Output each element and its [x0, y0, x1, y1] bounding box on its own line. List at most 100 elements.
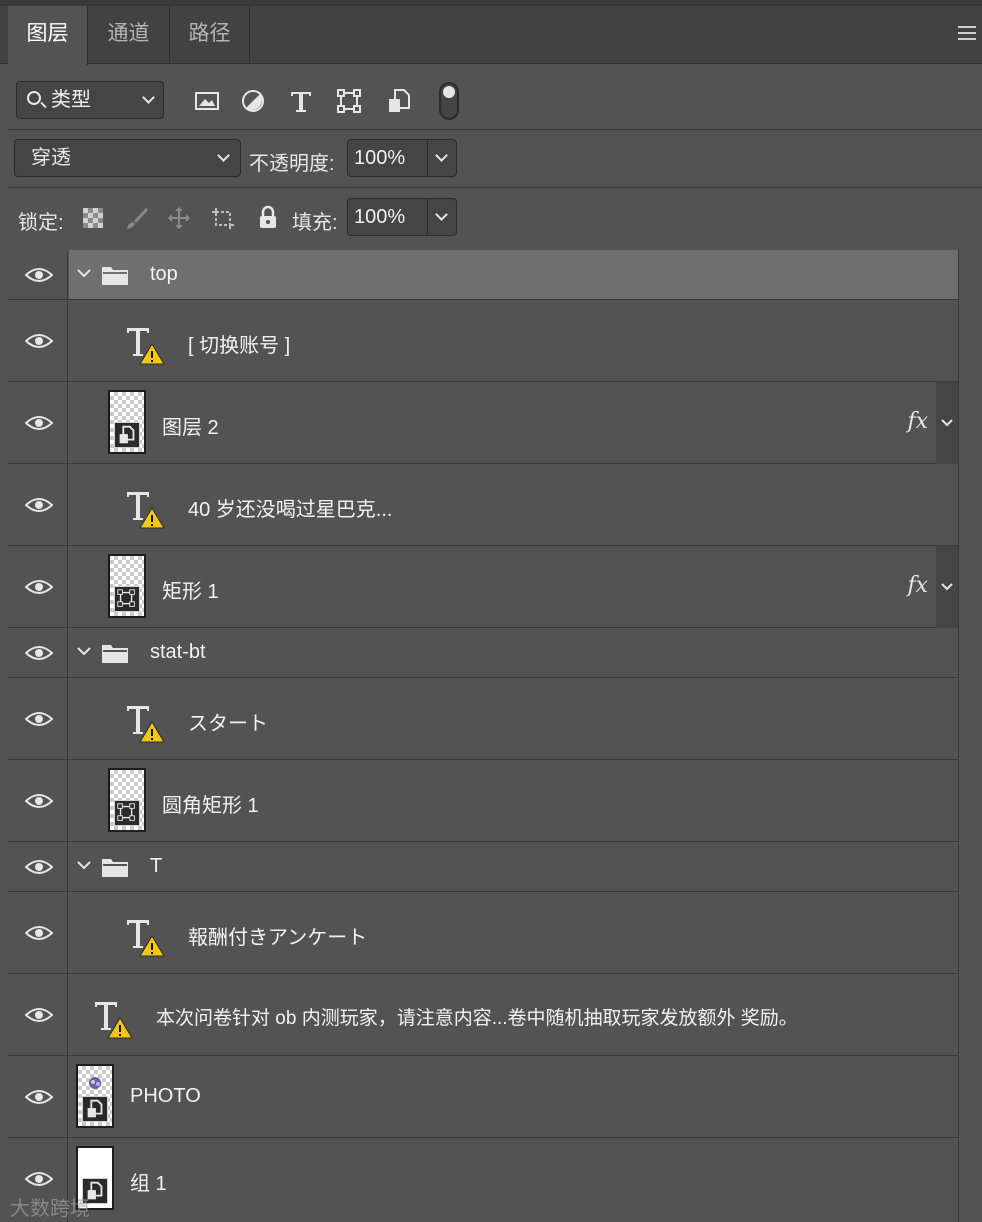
eye-icon[interactable] [25, 1007, 53, 1023]
photo-preview-icon [89, 1077, 101, 1089]
chevron-down-icon[interactable] [435, 149, 448, 162]
blend-mode-label: 穿透 [31, 147, 71, 169]
folder-icon [102, 267, 128, 285]
eye-icon[interactable] [25, 859, 53, 875]
eye-icon[interactable] [25, 497, 53, 513]
lock-all-icon[interactable] [255, 205, 281, 231]
shape-badge-icon [114, 586, 140, 612]
layer-thumbnail [108, 768, 146, 832]
text-layer-warning-icon [127, 920, 165, 957]
eye-icon[interactable] [25, 267, 53, 283]
layer-row-group-t[interactable]: T [8, 842, 958, 892]
chevron-down-icon [217, 149, 230, 162]
fx-icon[interactable]: fx [907, 409, 928, 434]
shape-filter-icon[interactable] [336, 88, 362, 114]
filter-kind-label: 类型 [51, 89, 91, 111]
layer-name: stat-bt [150, 641, 206, 663]
layer-name: top [150, 263, 178, 285]
panel-tab-bar: 图层 通道 路径 [0, 6, 982, 65]
smart-object-filter-icon[interactable] [386, 88, 412, 114]
layer-row-text[interactable]: スタート [8, 678, 958, 760]
layer-row-shape[interactable]: 矩形 1 fx [8, 546, 958, 628]
blend-bar: 穿透 不透明度: 100% [8, 130, 982, 188]
lock-label: 锁定: [18, 212, 64, 234]
adjustment-filter-icon[interactable] [240, 88, 266, 114]
layer-row-text[interactable]: [ 切换账号 ] [8, 300, 958, 382]
layer-thumbnail [108, 390, 146, 454]
layer-row-group-stat-bt[interactable]: stat-bt [8, 628, 958, 678]
layer-row-smart-object[interactable]: 组 1 [8, 1138, 958, 1222]
filter-kind-select[interactable]: 类型 [16, 81, 164, 119]
layer-row-smart-object[interactable]: PHOTO [8, 1056, 958, 1138]
text-layer-warning-icon [95, 1002, 133, 1039]
layer-row-smart-object[interactable]: 图层 2 fx [8, 382, 958, 464]
text-layer-warning-icon [127, 492, 165, 529]
lock-bar: 锁定: 填充: 100% [8, 188, 982, 248]
chevron-down-icon[interactable] [77, 268, 91, 278]
chevron-down-icon[interactable] [77, 860, 91, 870]
smart-object-badge-icon [82, 1096, 108, 1122]
eye-icon[interactable] [25, 1089, 53, 1105]
blend-mode-select[interactable]: 穿透 [14, 139, 241, 177]
eye-icon[interactable] [25, 1171, 53, 1187]
text-layer-warning-icon [127, 328, 165, 365]
layer-row-text[interactable]: 報酬付きアンケート [8, 892, 958, 974]
tab-paths[interactable]: 路径 [170, 6, 250, 64]
layer-name: 本次问卷针对 ob 内测玩家，请注意内容...卷中随机抽取玩家发放额外 奖励。 [156, 1008, 798, 1029]
layer-row-text[interactable]: 本次问卷针对 ob 内测玩家，请注意内容...卷中随机抽取玩家发放额外 奖励。 [8, 974, 958, 1056]
image-filter-icon[interactable] [194, 88, 220, 114]
layers-scrollbar[interactable] [958, 250, 982, 1222]
eye-icon[interactable] [25, 793, 53, 809]
filter-toggle-switch[interactable] [439, 82, 459, 120]
layer-name: T [150, 855, 163, 877]
folder-icon [102, 859, 128, 877]
text-layer-warning-icon [127, 706, 165, 743]
chevron-down-icon [142, 91, 155, 104]
smart-object-badge-icon [114, 422, 140, 448]
opacity-field[interactable]: 100% [347, 139, 457, 177]
layer-row-shape[interactable]: 圆角矩形 1 [8, 760, 958, 842]
layer-name: 報酬付きアンケート [188, 927, 368, 949]
fill-label: 填充: [292, 212, 338, 234]
layers-list: top [ 切换账号 ] 图层 2 fx 40 岁还没喝过星巴克... 矩形 1… [8, 250, 958, 1222]
tab-layers[interactable]: 图层 [8, 6, 88, 65]
layer-name: 图层 2 [162, 417, 219, 439]
chevron-down-icon[interactable] [941, 583, 953, 591]
fill-field[interactable]: 100% [347, 198, 457, 236]
tab-channels[interactable]: 通道 [88, 6, 170, 64]
layer-name: 40 岁还没喝过星巴克... [188, 499, 393, 521]
lock-artboard-icon[interactable] [210, 205, 236, 231]
layer-name: [ 切换账号 ] [188, 335, 291, 357]
chevron-down-icon[interactable] [941, 419, 953, 427]
layer-row-group-top[interactable]: top [8, 250, 958, 300]
lock-position-icon[interactable] [166, 205, 192, 231]
layer-row-text[interactable]: 40 岁还没喝过星巴克... [8, 464, 958, 546]
eye-icon[interactable] [25, 333, 53, 349]
chevron-down-icon[interactable] [77, 646, 91, 656]
shape-badge-icon [114, 800, 140, 826]
lock-image-pixels-icon[interactable] [124, 205, 150, 231]
layer-name: PHOTO [130, 1085, 201, 1107]
watermark: 大数跨境 [10, 1198, 90, 1220]
folder-icon [102, 645, 128, 663]
lock-transparent-pixels-icon[interactable] [80, 205, 106, 231]
eye-icon[interactable] [25, 579, 53, 595]
panel-menu-icon[interactable] [958, 26, 976, 42]
eye-icon[interactable] [25, 415, 53, 431]
fx-icon[interactable]: fx [907, 573, 928, 598]
eye-icon[interactable] [25, 925, 53, 941]
fill-value: 100% [354, 206, 406, 228]
layer-thumbnail [76, 1064, 114, 1128]
layer-thumbnail [108, 554, 146, 618]
chevron-down-icon[interactable] [435, 208, 448, 221]
search-icon [27, 91, 41, 105]
opacity-label: 不透明度: [249, 153, 335, 175]
layer-name: 矩形 1 [162, 581, 219, 603]
layer-name: 组 1 [130, 1173, 167, 1195]
eye-icon[interactable] [25, 711, 53, 727]
effects-toggle[interactable] [936, 382, 958, 464]
layer-filter-bar: 类型 [8, 64, 982, 130]
type-filter-icon[interactable] [288, 88, 314, 114]
eye-icon[interactable] [25, 645, 53, 661]
effects-toggle[interactable] [936, 546, 958, 628]
